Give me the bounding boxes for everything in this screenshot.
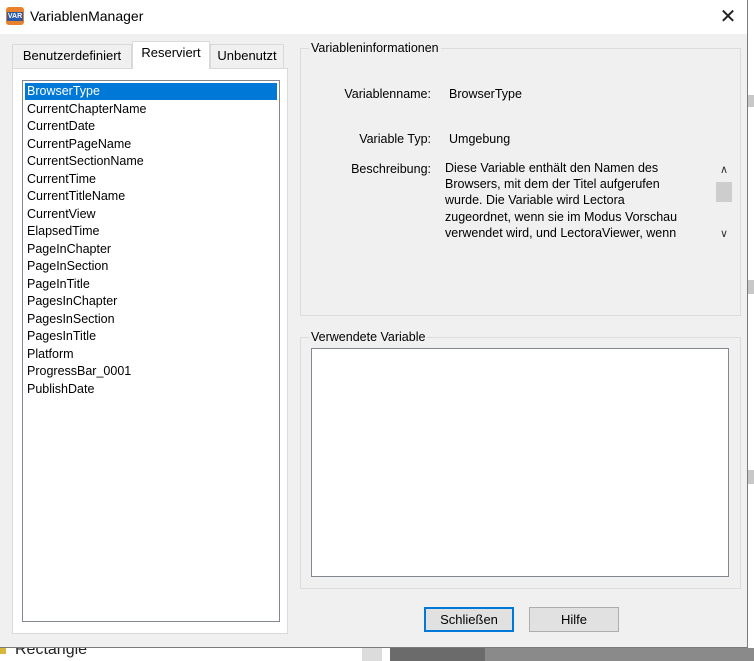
- list-item[interactable]: PageInSection: [25, 258, 277, 275]
- list-item[interactable]: ElapsedTime: [25, 223, 277, 240]
- var-app-icon: VAR: [6, 7, 24, 25]
- list-item[interactable]: PublishDate: [25, 381, 277, 398]
- variablen-manager-dialog: VAR VariablenManager ✕ Benutzerdefiniert…: [0, 0, 748, 648]
- variable-name-label: Variablenname:: [344, 87, 431, 101]
- background-window-strip: Rectangle: [0, 641, 754, 661]
- background-panel: [485, 648, 754, 661]
- list-item[interactable]: PagesInChapter: [25, 293, 277, 310]
- help-button[interactable]: Hilfe: [529, 607, 619, 632]
- variable-info-group-title: Variableninformationen: [309, 41, 441, 55]
- description-line: wurde. Die Variable wird Lectora: [445, 193, 625, 208]
- list-item[interactable]: CurrentDate: [25, 118, 277, 135]
- tab-reserviert[interactable]: Reserviert: [132, 41, 210, 69]
- description-text[interactable]: Diese Variable enthält den Namen des Bro…: [445, 160, 708, 241]
- variable-type-value: Umgebung: [449, 132, 511, 146]
- background-panel: [362, 648, 382, 661]
- window-title: VariablenManager: [30, 8, 144, 24]
- list-item[interactable]: PageInChapter: [25, 241, 277, 258]
- description-line: Browsers, mit dem der Titel aufgerufen: [445, 177, 660, 192]
- list-item[interactable]: PageInTitle: [25, 276, 277, 293]
- description-line: verwendet wird, und LectoraViewer, wenn: [445, 225, 677, 240]
- description-line: zugeordnet, wenn sie im Modus Vorschau: [445, 209, 678, 224]
- close-icon[interactable]: ✕: [712, 4, 744, 30]
- rectangle-icon: [0, 648, 6, 654]
- background-bar: [748, 470, 754, 484]
- list-item[interactable]: CurrentChapterName: [25, 101, 277, 118]
- list-item[interactable]: BrowserType: [25, 83, 277, 100]
- list-item[interactable]: PagesInTitle: [25, 328, 277, 345]
- tab-benutzerdefiniert[interactable]: Benutzerdefiniert: [12, 44, 132, 68]
- background-bar: [748, 280, 754, 294]
- variable-type-label: Variable Typ:: [359, 132, 431, 146]
- list-item[interactable]: PagesInSection: [25, 311, 277, 328]
- description-line: Diese Variable enthält den Namen des: [445, 161, 659, 175]
- variable-list[interactable]: BrowserType CurrentChapterName CurrentDate…: [22, 80, 280, 622]
- title-bar[interactable]: VAR VariablenManager ✕: [0, 0, 747, 34]
- list-item[interactable]: Platform: [25, 346, 277, 363]
- background-window-edge: [748, 0, 754, 661]
- background-panel: [390, 648, 485, 661]
- description-label: Beschreibung:: [351, 162, 431, 176]
- close-button[interactable]: Schließen: [424, 607, 514, 632]
- tab-unbenutzt[interactable]: Unbenutzt: [210, 44, 284, 68]
- list-item[interactable]: CurrentPageName: [25, 136, 277, 153]
- used-variable-list[interactable]: [311, 348, 729, 577]
- description-scrollbar[interactable]: ∧ ∨: [714, 160, 734, 243]
- scroll-down-icon[interactable]: ∨: [714, 226, 734, 242]
- scroll-up-icon[interactable]: ∧: [714, 162, 734, 178]
- list-item[interactable]: CurrentTime: [25, 171, 277, 188]
- used-variable-group-title: Verwendete Variable: [309, 330, 428, 344]
- list-item[interactable]: ProgressBar_0001: [25, 363, 277, 380]
- list-item[interactable]: CurrentSectionName: [25, 153, 277, 170]
- app-icon-label: VAR: [7, 12, 23, 21]
- list-item[interactable]: CurrentTitleName: [25, 188, 277, 205]
- tab-panel-reserviert: BrowserType CurrentChapterName CurrentDate…: [12, 68, 288, 634]
- background-bar: [748, 95, 754, 107]
- variable-name-value: BrowserType: [449, 87, 522, 101]
- scroll-thumb[interactable]: [716, 182, 732, 202]
- list-item[interactable]: CurrentView: [25, 206, 277, 223]
